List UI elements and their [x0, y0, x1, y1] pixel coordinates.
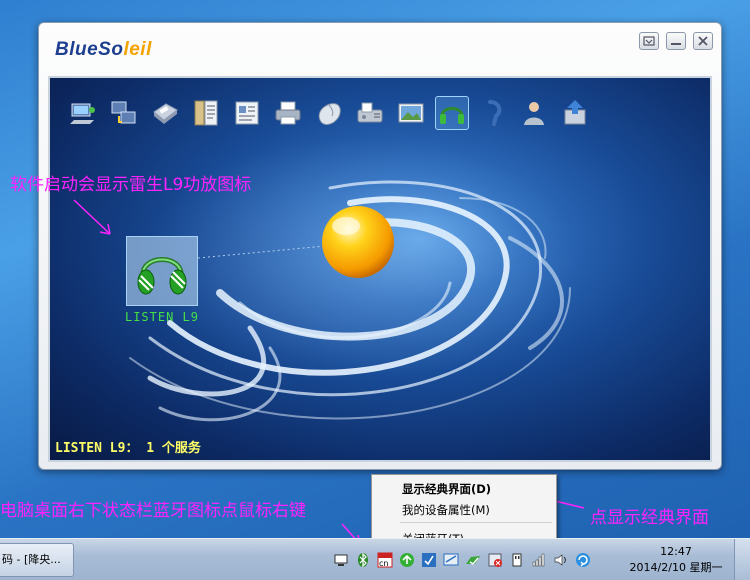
ime-cn-icon[interactable]: cn: [374, 550, 396, 570]
check-icon[interactable]: [462, 550, 484, 570]
mouse-button[interactable]: [312, 96, 346, 130]
bluesoleil-logo: BlueSoleil: [55, 39, 152, 60]
system-tray: cn: [330, 550, 594, 570]
sync-icon: [564, 100, 586, 125]
fax-printer-icon: [153, 103, 178, 124]
device-label: LISTEN L9: [124, 310, 200, 324]
main-stage: LISTEN L9 LISTEN L9： 1 个服务: [48, 76, 712, 462]
personal-network-button[interactable]: [517, 96, 551, 130]
network-ok-icon[interactable]: [440, 550, 462, 570]
annotation-startup: 软件启动会显示雷生L9功放图标: [10, 175, 252, 195]
headphone-icon: [137, 257, 187, 295]
bluetooth-icon[interactable]: [352, 550, 374, 570]
printer-icon: [275, 101, 301, 125]
computer-network-icon: [70, 103, 95, 124]
sync-arrow-icon[interactable]: [572, 550, 594, 570]
volume-icon[interactable]: [550, 550, 572, 570]
fax-button[interactable]: [353, 96, 387, 130]
network-access-button[interactable]: [107, 96, 141, 130]
computer-network-button[interactable]: [66, 96, 100, 130]
device-status: LISTEN L9： 1 个服务: [55, 441, 201, 456]
minimize-icon: [671, 43, 681, 45]
annotation-tray-hint: 电脑桌面右下状态栏蓝牙图标点鼠标右键: [0, 501, 306, 521]
annotation-arrow-1: [73, 199, 111, 235]
bluetooth-sphere[interactable]: [322, 206, 394, 278]
bluesoleil-window: BlueSoleil LISTEN L9 LISTEN L9： 1 个服务: [38, 22, 722, 470]
taskbar-app-button[interactable]: 码 - [降央...: [0, 543, 74, 577]
close-button[interactable]: [693, 32, 713, 50]
listen-l9-device[interactable]: [126, 236, 198, 306]
business-card-icon: [235, 101, 259, 125]
menu-item-device-properties[interactable]: 我的设备属性(M): [402, 501, 490, 519]
minimize-button[interactable]: [666, 32, 686, 50]
business-card-button[interactable]: [230, 96, 264, 130]
menu-item-classic-view[interactable]: 显示经典界面(D): [402, 480, 491, 498]
signal-icon[interactable]: [528, 550, 550, 570]
close-icon: [698, 36, 708, 46]
clock-date: 2014/2/10 星期一: [629, 561, 723, 574]
fax-printer-button[interactable]: [148, 96, 182, 130]
headphone-icon: [440, 107, 464, 124]
image-button[interactable]: [394, 96, 428, 130]
svg-text:cn: cn: [379, 559, 388, 568]
mouse-icon: [318, 103, 341, 125]
show-desktop-button[interactable]: [734, 539, 750, 580]
printer-button[interactable]: [271, 96, 305, 130]
remove-device-icon[interactable]: [484, 550, 506, 570]
fax-icon: [357, 102, 383, 123]
sync-button[interactable]: [558, 96, 592, 130]
headset-icon: [488, 100, 502, 126]
taskbar: 码 - [降央... cn 12:47 2014/2/10 星期一: [0, 538, 750, 580]
compact-mode-button[interactable]: [639, 32, 659, 50]
network-monitor-icon[interactable]: [330, 550, 352, 570]
system-clock[interactable]: 12:47 2014/2/10 星期一: [626, 544, 726, 576]
compact-mode-icon: [643, 36, 655, 46]
usb-icon[interactable]: [506, 550, 528, 570]
headset-button[interactable]: [476, 96, 510, 130]
security-shield-icon[interactable]: [418, 550, 440, 570]
personal-network-icon: [524, 102, 544, 125]
annotation-click-classic: 点显示经典界面: [590, 508, 709, 528]
clock-time: 12:47: [660, 545, 692, 558]
network-access-icon: [111, 101, 136, 124]
update-green-icon[interactable]: [396, 550, 418, 570]
file-transfer-button[interactable]: [189, 96, 223, 130]
menu-separator: [400, 522, 552, 523]
headphone-button[interactable]: [435, 96, 469, 130]
image-icon: [398, 103, 424, 123]
service-toolbar: [66, 96, 592, 130]
file-transfer-icon: [194, 100, 218, 126]
